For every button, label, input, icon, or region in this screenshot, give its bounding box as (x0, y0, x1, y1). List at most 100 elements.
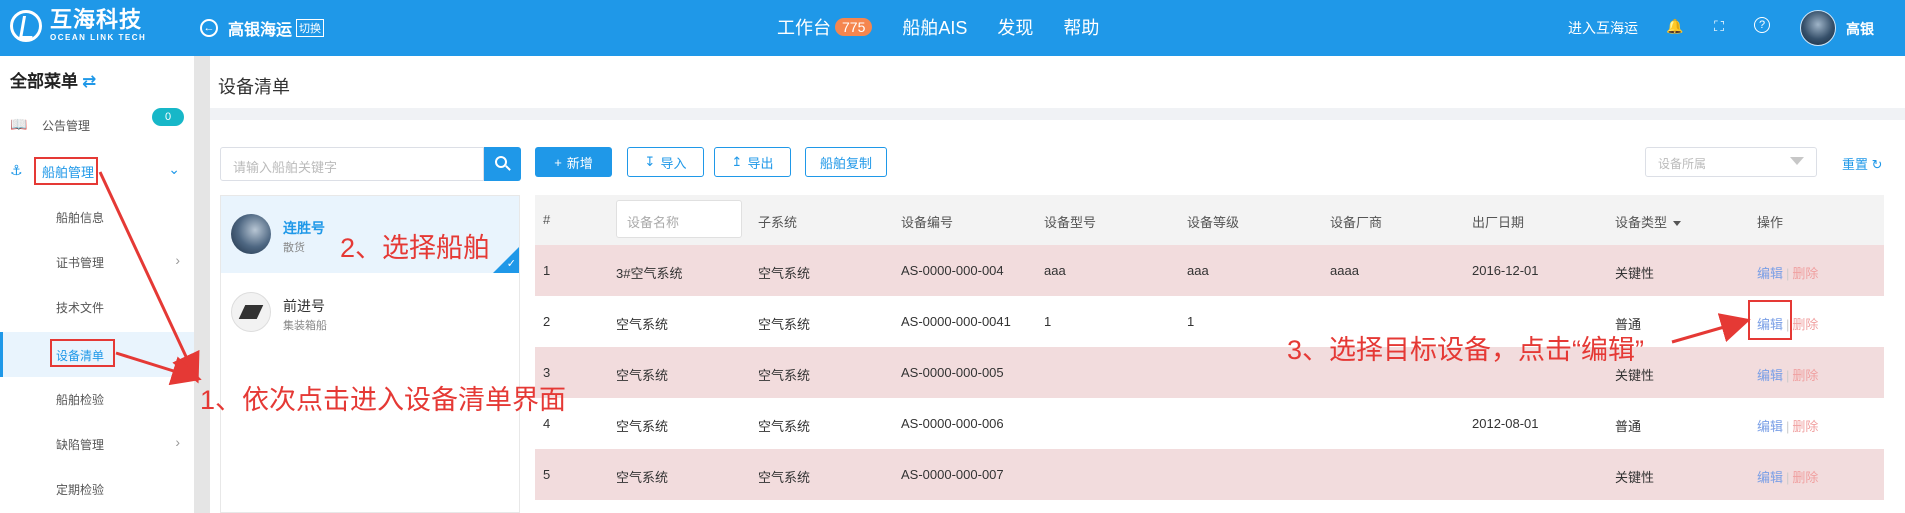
equipment-name-filter-input[interactable]: 设备名称 (616, 200, 742, 238)
edit-button[interactable]: 编辑 (1757, 419, 1783, 434)
delete-button[interactable]: 删除 (1792, 266, 1818, 281)
action-separator: | (1786, 368, 1790, 383)
nav-workbench-label: 工作台 (777, 18, 831, 38)
nav-discover[interactable]: 发现 (997, 14, 1033, 40)
cell-no: 5 (543, 467, 551, 482)
edit-button[interactable]: 编辑 (1757, 266, 1783, 281)
menu-title-label: 全部菜单 (10, 72, 78, 91)
col-type-label: 设备类型 (1615, 215, 1668, 230)
user-name[interactable]: 高银 (1846, 19, 1874, 39)
company-switcher[interactable]: ← 高银海运 切换 (200, 16, 325, 40)
sidebar: 全部菜单 ⇄ 📖 公告管理 0 ⚓ 船舶管理 ⌄ 船舶信息 证书管理 › 技术文件… (0, 56, 194, 513)
equipment-owner-filter[interactable]: 设备所属 (1645, 147, 1817, 177)
check-icon: ✓ (506, 258, 516, 270)
logo[interactable]: 互海科技 OCEAN LINK TECH (10, 9, 146, 42)
ship-thumbnail (231, 292, 271, 332)
ship-item[interactable]: 前进号 集装箱船 (221, 274, 519, 351)
export-button[interactable]: ↥ 导出 (714, 147, 791, 177)
ship-name: 连胜号 (283, 220, 325, 236)
annotation-step3: 3、选择目标设备，点击“编辑” (1287, 335, 1644, 365)
ship-search-input[interactable]: 请输入船舶关键字 (220, 147, 484, 181)
search-button[interactable] (484, 147, 521, 181)
col-grade: 设备等级 (1187, 215, 1240, 230)
row-actions: 编辑 | 删除 (1757, 467, 1818, 486)
edit-button[interactable]: 编辑 (1757, 368, 1783, 383)
sidebar-item-label: 船舶信息 (56, 211, 105, 225)
sidebar-item-certificates[interactable]: 证书管理 › (0, 241, 194, 281)
add-button[interactable]: + 新增 (535, 147, 612, 177)
export-button-label: 导出 (747, 155, 774, 171)
nav-workbench[interactable]: 工作台 775 (777, 14, 873, 40)
annotation-step2: 2、选择船舶 (340, 233, 491, 263)
table-row[interactable]: 4 空气系统 空气系统 AS-0000-000-006 2012-08-01 普通 编辑 | 删… (535, 398, 1884, 449)
download-icon: ↧ (644, 154, 656, 169)
sidebar-item-ship-survey[interactable]: 船舶检验 (0, 378, 194, 418)
menu-title: 全部菜单 ⇄ (10, 67, 96, 92)
logo-icon (10, 9, 42, 42)
sidebar-item-periodic-inspection[interactable]: 定期检验 (0, 468, 194, 508)
add-button-label: 新增 (566, 155, 593, 171)
reset-button[interactable]: 重置 ↻ (1842, 154, 1883, 173)
sidebar-item-defects[interactable]: 缺陷管理 › (0, 423, 194, 463)
caret-down-icon (1673, 221, 1682, 227)
edit-button[interactable]: 编辑 (1757, 470, 1783, 485)
row-actions: 编辑 | 删除 (1757, 365, 1818, 384)
refresh-icon: ↻ (1871, 157, 1883, 172)
delete-button[interactable]: 删除 (1792, 317, 1818, 332)
table-row[interactable]: 2 空气系统 空气系统 AS-0000-000-0041 1 1 普通 编辑 | 删除 (535, 296, 1884, 347)
import-button[interactable]: ↧ 导入 (627, 147, 704, 177)
chevron-right-icon: › (175, 252, 180, 268)
delete-button[interactable]: 删除 (1792, 470, 1818, 485)
bell-icon[interactable]: 🔔 (1666, 17, 1684, 35)
cell-subsystem: 空气系统 (758, 419, 811, 434)
sidebar-item-ship-info[interactable]: 船舶信息 (0, 196, 194, 236)
annotation-step1: 1、依次点击进入设备清单界面 (200, 385, 567, 415)
page-header: 设备清单 (210, 56, 1905, 108)
col-maker: 设备厂商 (1330, 215, 1383, 230)
fullscreen-icon[interactable]: ⛶ (1710, 17, 1728, 35)
cell-type: 关键性 (1615, 266, 1655, 281)
main-nav: 工作台 775 船舶AIS 发现 帮助 (777, 14, 1129, 40)
import-button-label: 导入 (660, 155, 687, 171)
cell-model: 1 (1044, 314, 1052, 329)
switch-button[interactable]: 切换 (296, 19, 325, 37)
table-row[interactable]: 1 3#空气系统 空气系统 AS-0000-000-004 aaa aaa aaaa 2016… (535, 245, 1884, 296)
nav-ship-ais[interactable]: 船舶AIS (902, 14, 967, 40)
delete-button[interactable]: 删除 (1792, 419, 1818, 434)
ship-name: 前进号 (283, 298, 325, 314)
cell-grade: 1 (1187, 314, 1195, 329)
swap-icon[interactable]: ⇄ (82, 72, 96, 91)
enter-hulink-link[interactable]: 进入互海运 (1568, 18, 1638, 38)
cell-no: 1 (543, 263, 551, 278)
copy-ship-button[interactable]: 船舶复制 (805, 147, 887, 177)
sidebar-scrollbar[interactable] (194, 56, 210, 513)
logo-tagline: OCEAN LINK TECH (50, 33, 147, 42)
col-code: 设备编号 (901, 215, 954, 230)
table-row[interactable]: 3 空气系统 空气系统 AS-0000-000-005 关键性 编辑 | 删除 (535, 347, 1884, 398)
workbench-badge: 775 (835, 18, 873, 36)
help-icon[interactable]: ? (1754, 17, 1770, 33)
avatar[interactable] (1800, 10, 1836, 46)
chevron-down-icon: ⌄ (168, 161, 180, 177)
ship-type: 散货 (283, 242, 305, 254)
table-row[interactable]: 5 空气系统 空气系统 AS-0000-000-007 关键性 编辑 | 删除 (535, 449, 1884, 500)
action-separator: | (1786, 266, 1790, 281)
ship-thumbnail (231, 214, 271, 254)
back-arrow-icon[interactable]: ← (200, 19, 218, 37)
reset-label: 重置 (1842, 157, 1869, 172)
cell-name: 空气系统 (616, 419, 669, 434)
cell-code: AS-0000-000-004 (901, 263, 1004, 278)
sidebar-item-label: 公告管理 (42, 119, 91, 133)
sidebar-item-label: 技术文件 (56, 301, 105, 315)
sidebar-item-tech-files[interactable]: 技术文件 (0, 286, 194, 326)
book-icon: 📖 (10, 116, 28, 132)
cell-code: AS-0000-000-006 (901, 416, 1004, 431)
nav-help[interactable]: 帮助 (1063, 14, 1099, 40)
cell-name: 空气系统 (616, 470, 669, 485)
chevron-right-icon: › (175, 434, 180, 450)
col-type[interactable]: 设备类型 (1615, 212, 1682, 231)
company-name: 高银海运 (228, 22, 293, 39)
cell-code: AS-0000-000-0041 (901, 314, 1011, 329)
filter-icon (1790, 157, 1804, 165)
delete-button[interactable]: 删除 (1792, 368, 1818, 383)
